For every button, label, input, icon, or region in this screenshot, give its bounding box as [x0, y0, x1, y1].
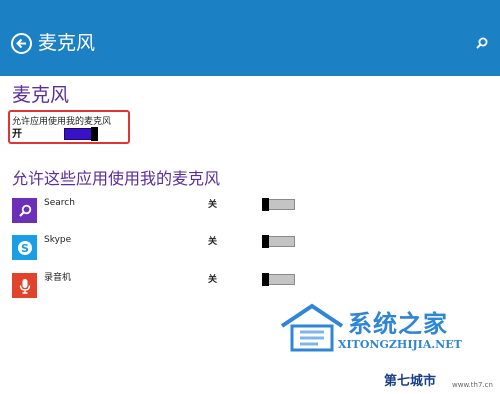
svg-text:S: S	[21, 242, 29, 255]
corner-logo: 第七城市	[384, 374, 437, 389]
skype-icon: S	[17, 240, 32, 255]
watermark: 系统之家 XITONGZHIJIA.NET	[280, 300, 490, 360]
apps-heading: 允许这些应用使用我的麦克风	[12, 169, 221, 188]
app-name: Skype	[44, 235, 72, 245]
search-button[interactable]	[474, 36, 490, 52]
master-toggle-state: 开	[12, 129, 22, 140]
toggle-track	[64, 128, 94, 140]
search-icon	[18, 204, 31, 217]
master-microphone-toggle[interactable]	[64, 127, 98, 141]
app-state: 关	[208, 200, 218, 210]
page-title: 麦克风	[38, 32, 96, 54]
watermark-name: 系统之家	[348, 310, 448, 338]
back-button[interactable]	[11, 33, 32, 54]
section-title: 麦克风	[12, 84, 70, 106]
app-row-recorder: 录音机 关	[0, 273, 500, 299]
watermark-url: XITONGZHIJIA.NET	[338, 338, 462, 351]
toggle-thumb	[262, 198, 269, 211]
recorder-app-icon	[12, 273, 37, 298]
app-row-search: Search 关	[0, 198, 500, 224]
app-toggle-recorder[interactable]	[262, 273, 296, 286]
house-logo-icon	[280, 303, 344, 352]
toggle-thumb	[262, 235, 269, 248]
app-toggle-skype[interactable]	[262, 235, 296, 248]
search-app-icon	[12, 198, 37, 223]
toggle-thumb	[262, 273, 269, 286]
search-icon	[476, 37, 488, 49]
skype-app-icon: S	[12, 235, 37, 260]
app-toggle-search[interactable]	[262, 198, 296, 211]
app-state: 关	[208, 237, 218, 247]
app-name: 录音机	[44, 273, 72, 283]
microphone-icon	[19, 278, 30, 294]
app-row-skype: S Skype 关	[0, 235, 500, 261]
back-arrow-icon	[16, 38, 26, 49]
app-name: Search	[44, 198, 75, 208]
corner-url: www.th7.cn	[452, 381, 493, 389]
app-header: 麦克风	[0, 0, 500, 76]
app-state: 关	[208, 275, 218, 285]
toggle-thumb	[91, 127, 98, 141]
